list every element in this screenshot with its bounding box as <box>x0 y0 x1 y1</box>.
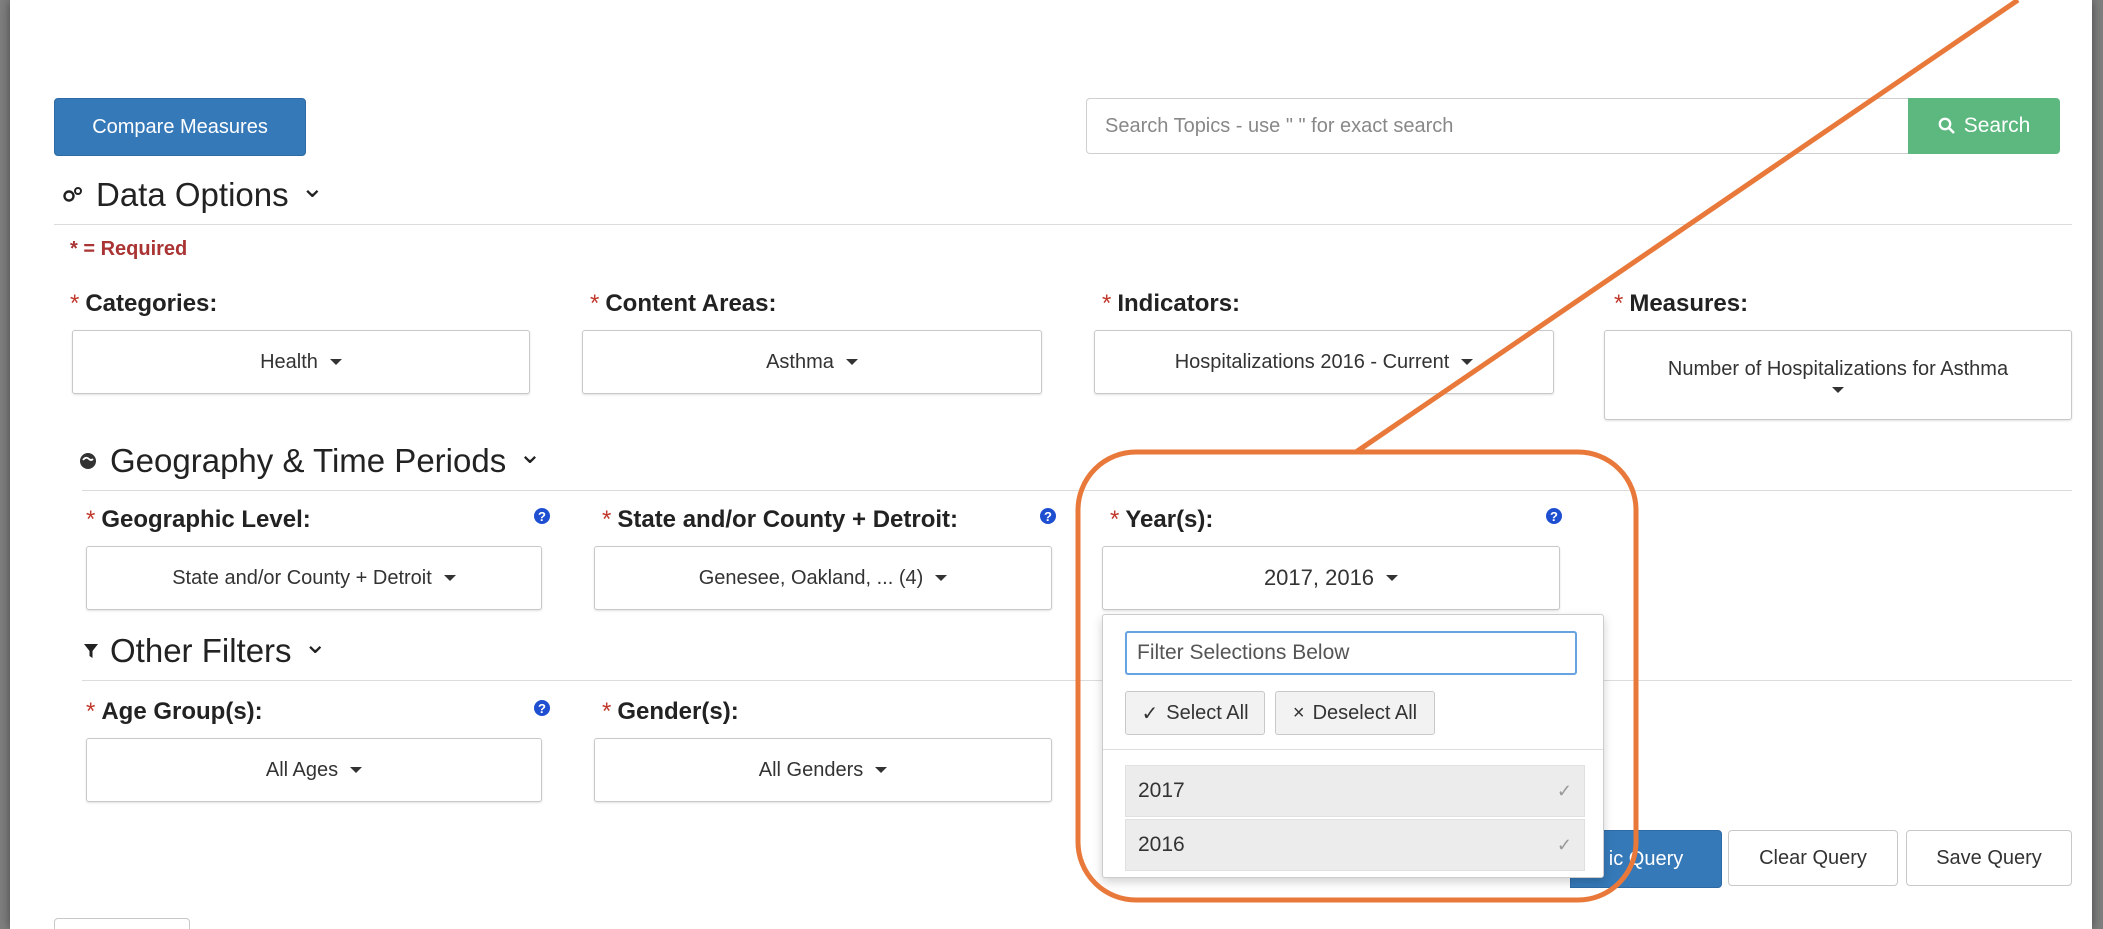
callout-annotation <box>1075 0 2020 903</box>
highlight-outline <box>1075 449 1639 903</box>
app-frame: Compare Measures Search Topics - use " "… <box>10 0 2092 929</box>
callout-line <box>1354 0 2020 455</box>
